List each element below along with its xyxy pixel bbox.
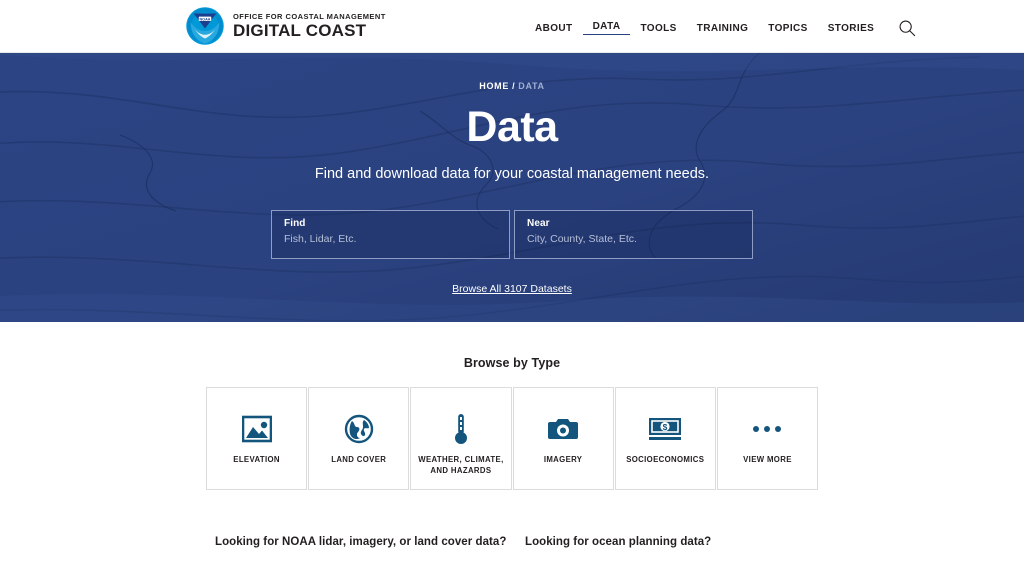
nav-item-topics[interactable]: TOPICS bbox=[758, 23, 817, 34]
page-title: Data bbox=[466, 103, 558, 151]
svg-text:NOAA: NOAA bbox=[199, 17, 210, 21]
browse-by-type-heading: Browse by Type bbox=[463, 356, 561, 370]
image-mountain-icon bbox=[241, 412, 272, 446]
brand-logo-link[interactable]: NOAA OFFICE FOR COASTAL MANAGEMENT DIGIT… bbox=[185, 6, 386, 46]
find-input[interactable] bbox=[284, 233, 497, 246]
breadcrumb-separator: / bbox=[512, 81, 516, 91]
nav-item-data[interactable]: DATA bbox=[582, 21, 631, 35]
site-header: NOAA OFFICE FOR COASTAL MANAGEMENT DIGIT… bbox=[0, 0, 1024, 53]
type-card-label: ELEVATION bbox=[233, 455, 280, 464]
type-card-label: SOCIOECONOMICS bbox=[626, 455, 705, 464]
hero-section: HOME / DATA Data Find and download data fo… bbox=[0, 53, 1024, 322]
search-icon[interactable] bbox=[898, 19, 916, 37]
nav-item-training[interactable]: TRAINING bbox=[687, 23, 759, 34]
promo-noaa-data: Looking for NOAA lidar, imagery, or land… bbox=[215, 536, 521, 548]
near-field-label: Near bbox=[527, 218, 550, 230]
type-card-label: VIEW MORE bbox=[743, 455, 792, 464]
nav-item-stories[interactable]: STORIES bbox=[818, 23, 885, 34]
ellipsis-icon bbox=[753, 412, 782, 446]
find-search-field[interactable]: Find bbox=[271, 210, 510, 260]
type-card-label: LAND COVER bbox=[331, 455, 387, 464]
browse-all-datasets-link[interactable]: Browse All 3107 Datasets bbox=[452, 283, 572, 295]
type-card-elevation[interactable]: ELEVATION bbox=[206, 387, 308, 490]
nav-item-about[interactable]: ABOUT bbox=[525, 23, 583, 34]
promo-title: Looking for ocean planning data? bbox=[525, 536, 712, 548]
promo-title: Looking for NOAA lidar, imagery, or land… bbox=[215, 536, 507, 548]
find-field-label: Find bbox=[284, 218, 306, 230]
svg-text:$: $ bbox=[663, 422, 668, 432]
type-card-grid: ELEVATION LAND COVER WEATHER, CLIMATE, A… bbox=[206, 387, 819, 490]
type-card-socioeconomics[interactable]: $ SOCIOECONOMICS bbox=[614, 387, 716, 490]
type-card-land-cover[interactable]: LAND COVER bbox=[308, 387, 410, 490]
near-input[interactable] bbox=[527, 233, 740, 246]
banknote-dollar-icon: $ bbox=[648, 412, 682, 446]
browse-by-type-section: Browse by Type ELEVATION LAND COVER WEAT… bbox=[0, 322, 1024, 490]
page-subtitle: Find and download data for your coastal … bbox=[314, 166, 710, 183]
noaa-logo-icon: NOAA bbox=[186, 7, 224, 45]
dataset-search-form: Find Near bbox=[271, 210, 753, 260]
thermometer-icon bbox=[454, 412, 468, 446]
globe-icon bbox=[344, 412, 374, 446]
type-card-weather-climate-hazards[interactable]: WEATHER, CLIMATE, AND HAZARDS bbox=[410, 387, 512, 490]
camera-icon bbox=[547, 412, 579, 446]
type-card-label: IMAGERY bbox=[543, 455, 583, 464]
brand-title: DIGITAL COAST bbox=[233, 21, 367, 41]
brand-subtitle: OFFICE FOR COASTAL MANAGEMENT bbox=[233, 11, 386, 21]
breadcrumb-home[interactable]: HOME bbox=[479, 81, 509, 91]
type-card-label: WEATHER, CLIMATE, AND HAZARDS bbox=[418, 455, 504, 475]
promo-section: Looking for NOAA lidar, imagery, or land… bbox=[0, 536, 1024, 548]
type-card-imagery[interactable]: IMAGERY bbox=[512, 387, 614, 490]
promo-ocean-planning: Looking for ocean planning data? bbox=[525, 536, 825, 548]
type-card-view-more[interactable]: VIEW MORE bbox=[716, 387, 819, 490]
breadcrumb-current: DATA bbox=[518, 81, 545, 91]
breadcrumb: HOME / DATA bbox=[0, 81, 1024, 91]
main-navigation: ABOUT DATA TOOLS TRAINING TOPICS STORIES bbox=[525, 19, 916, 37]
near-search-field[interactable]: Near bbox=[514, 210, 753, 260]
nav-item-tools[interactable]: TOOLS bbox=[630, 23, 686, 34]
